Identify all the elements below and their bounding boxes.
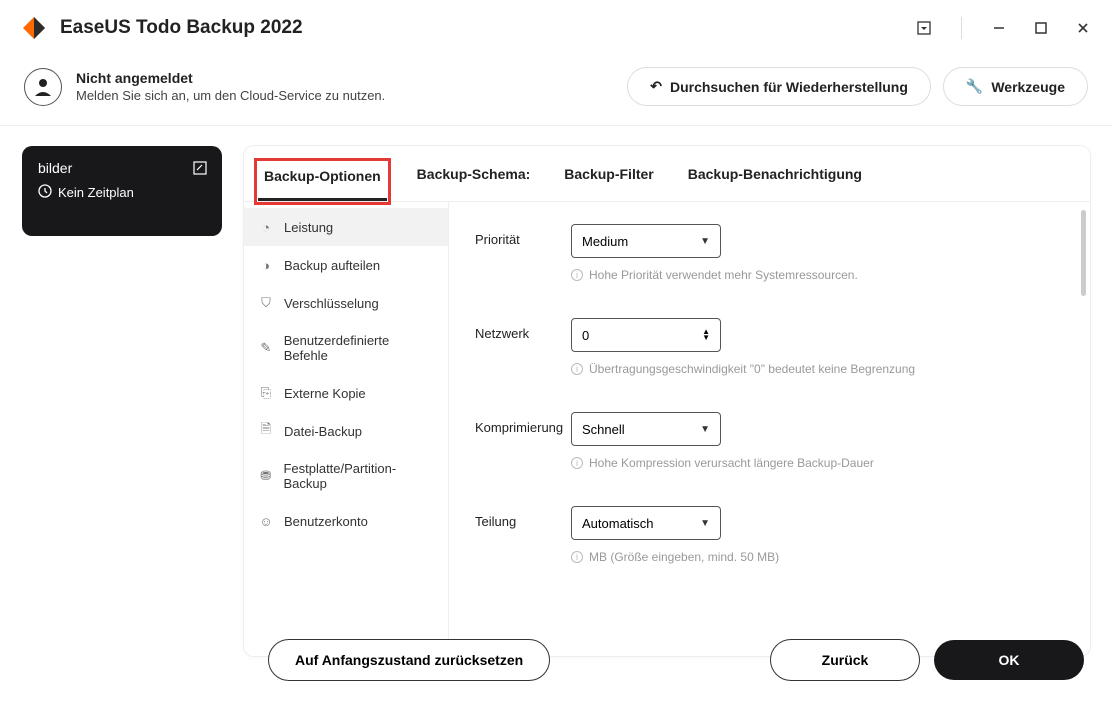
menu-item-offsite-copy[interactable]: ⎘ Externe Kopie [244, 374, 448, 412]
label-compression: Komprimierung [475, 412, 571, 435]
row-split: Teilung Automatisch ▼ iMB (Größe eingebe… [475, 506, 1064, 564]
task-card-schedule: Kein Zeitplan [38, 184, 206, 201]
info-icon: i [571, 551, 583, 563]
user-status: Nicht angemeldet [76, 70, 615, 86]
menu-item-custom-commands[interactable]: ✎ Benutzerdefinierte Befehle [244, 322, 448, 374]
browse-restore-button[interactable]: ↶ Durchsuchen für Wiederherstellung [627, 67, 931, 106]
user-subtitle: Melden Sie sich an, um den Cloud-Service… [76, 88, 615, 103]
tools-button[interactable]: 🔧 Werkzeuge [943, 67, 1088, 106]
back-button[interactable]: Zurück [770, 639, 920, 681]
divider [961, 17, 962, 39]
menu-item-file-backup[interactable]: 🗎 Datei-Backup [244, 412, 448, 450]
user-icon: ☺ [258, 513, 274, 529]
info-icon: i [571, 269, 583, 281]
select-compression-value: Schnell [582, 422, 625, 437]
label-network: Netzwerk [475, 318, 571, 341]
hint-compression: iHohe Kompression verursacht längere Bac… [571, 456, 1064, 470]
spinner-arrows-icon: ▲▼ [702, 329, 710, 341]
tools-label: Werkzeuge [991, 79, 1065, 95]
pencil-icon: ✎ [258, 340, 274, 356]
edit-icon[interactable] [192, 160, 208, 181]
file-icon: 🗎 [258, 423, 274, 439]
task-card-title: bilder [38, 160, 206, 176]
settings-panel: Backup-Optionen Backup-Schema: Backup-Fi… [244, 146, 1090, 656]
disk-icon: ⛃ [258, 468, 273, 484]
spinner-network-value: 0 [582, 328, 589, 343]
browse-restore-label: Durchsuchen für Wiederherstellung [670, 79, 908, 95]
select-priority[interactable]: Medium ▼ [571, 224, 721, 258]
tab-backup-options[interactable]: Backup-Optionen [258, 162, 387, 201]
chevron-down-icon: ▼ [700, 518, 710, 529]
info-icon: i [571, 457, 583, 469]
link-icon: ⎘ [258, 385, 274, 401]
tab-bar: Backup-Optionen Backup-Schema: Backup-Fi… [244, 146, 1090, 202]
reset-button[interactable]: Auf Anfangszustand zurücksetzen [268, 639, 550, 681]
menu-label: Benutzerkonto [284, 514, 368, 529]
dropdown-icon[interactable] [915, 19, 933, 37]
tab-backup-filter[interactable]: Backup-Filter [560, 162, 657, 201]
clock-icon [38, 184, 52, 201]
select-split[interactable]: Automatisch ▼ [571, 506, 721, 540]
menu-label: Datei-Backup [284, 424, 362, 439]
menu-item-split[interactable]: ◑ Backup aufteilen [244, 246, 448, 284]
gauge-icon: ◔ [258, 219, 274, 235]
menu-label: Backup aufteilen [284, 258, 380, 273]
label-split: Teilung [475, 506, 571, 529]
menu-item-performance[interactable]: ◔ Leistung [244, 208, 448, 246]
menu-label: Verschlüsselung [284, 296, 379, 311]
panel-body: ◔ Leistung ◑ Backup aufteilen ⛉ Verschlüsse… [244, 202, 1090, 656]
hint-network: iÜbertragungsgeschwindigkeit "0" bedeute… [571, 362, 1064, 376]
app-logo-icon [20, 14, 48, 42]
info-icon: i [571, 363, 583, 375]
close-icon[interactable] [1074, 19, 1092, 37]
options-side-menu: ◔ Leistung ◑ Backup aufteilen ⛉ Verschlüsse… [244, 202, 449, 656]
chevron-down-icon: ▼ [700, 236, 710, 247]
wrench-icon: 🔧 [966, 78, 983, 95]
task-card[interactable]: bilder Kein Zeitplan [22, 146, 222, 236]
menu-item-encryption[interactable]: ⛉ Verschlüsselung [244, 284, 448, 322]
spinner-network[interactable]: 0 ▲▼ [571, 318, 721, 352]
hint-split: iMB (Größe eingeben, mind. 50 MB) [571, 550, 1064, 564]
settings-content: Priorität Medium ▼ iHohe Priorität verwe… [449, 202, 1090, 656]
user-bar: Nicht angemeldet Melden Sie sich an, um … [0, 56, 1112, 126]
row-network: Netzwerk 0 ▲▼ iÜbertragungsgeschwindigke… [475, 318, 1064, 376]
select-priority-value: Medium [582, 234, 628, 249]
menu-label: Benutzerdefinierte Befehle [284, 333, 434, 363]
user-info: Nicht angemeldet Melden Sie sich an, um … [76, 70, 615, 103]
avatar-icon[interactable] [24, 68, 62, 106]
footer: Auf Anfangszustand zurücksetzen Zurück O… [0, 628, 1112, 712]
select-compression[interactable]: Schnell ▼ [571, 412, 721, 446]
undo-icon: ↶ [650, 78, 662, 95]
menu-item-user-account[interactable]: ☺ Benutzerkonto [244, 502, 448, 540]
split-icon: ◑ [258, 257, 274, 273]
select-split-value: Automatisch [582, 516, 654, 531]
row-priority: Priorität Medium ▼ iHohe Priorität verwe… [475, 224, 1064, 282]
menu-label: Festplatte/Partition-Backup [283, 461, 434, 491]
ok-button[interactable]: OK [934, 640, 1084, 680]
task-card-schedule-label: Kein Zeitplan [58, 185, 134, 200]
minimize-icon[interactable] [990, 19, 1008, 37]
lock-icon: ⛉ [258, 295, 274, 311]
window-controls [915, 17, 1092, 39]
tab-backup-notify[interactable]: Backup-Benachrichtigung [684, 162, 866, 201]
maximize-icon[interactable] [1032, 19, 1050, 37]
label-priority: Priorität [475, 224, 571, 247]
tab-backup-schema[interactable]: Backup-Schema: [413, 162, 535, 201]
menu-label: Externe Kopie [284, 386, 366, 401]
row-compression: Komprimierung Schnell ▼ iHohe Kompressio… [475, 412, 1064, 470]
scrollbar[interactable] [1081, 210, 1086, 296]
hint-priority: iHohe Priorität verwendet mehr Systemres… [571, 268, 1064, 282]
titlebar: EaseUS Todo Backup 2022 [0, 0, 1112, 56]
menu-item-disk-backup[interactable]: ⛃ Festplatte/Partition-Backup [244, 450, 448, 502]
app-title: EaseUS Todo Backup 2022 [60, 17, 915, 39]
menu-label: Leistung [284, 220, 333, 235]
chevron-down-icon: ▼ [700, 424, 710, 435]
main-area: bilder Kein Zeitplan Backup-Optionen Bac… [0, 126, 1112, 656]
